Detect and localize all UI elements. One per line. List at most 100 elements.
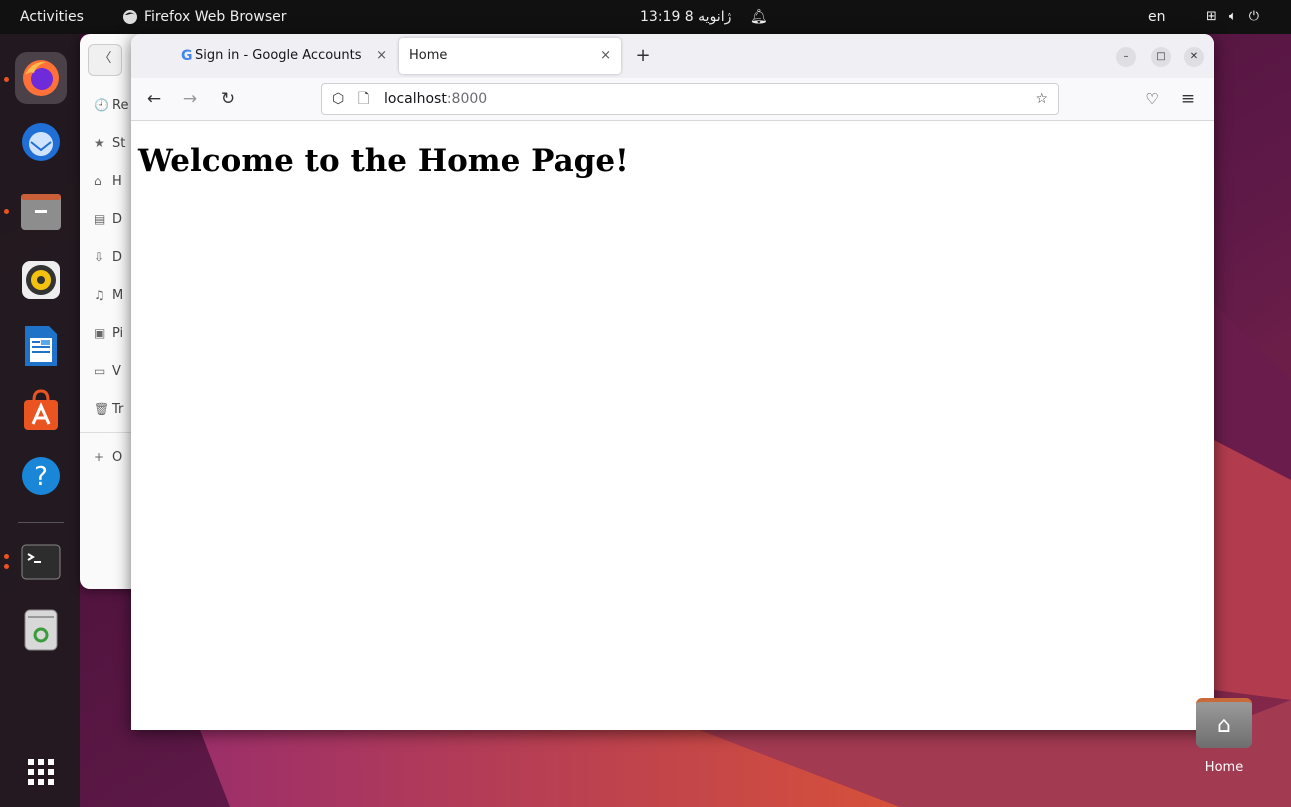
volume-icon: 🔈︎ [1228, 9, 1237, 24]
desktop-home-icon[interactable]: ⌂ Home [1196, 698, 1252, 775]
firefox-window[interactable]: G Sign in - Google Accounts × Home × + –… [131, 34, 1214, 730]
activities-button[interactable]: Activities [10, 0, 94, 34]
files-sidebar-music[interactable]: ♫ M [94, 284, 123, 306]
files-sidebar-downloads[interactable]: ⇩ D [94, 246, 122, 268]
navigation-toolbar: ← → ↻ ⬡ 🗋 localhost:8000 ☆ ♡ ≡ [131, 78, 1214, 121]
maximize-button[interactable]: □ [1151, 47, 1171, 67]
page-icon[interactable]: 🗋 [358, 84, 369, 114]
files-back-button[interactable]: 〈 [88, 44, 122, 76]
close-window-button[interactable]: ✕ [1184, 47, 1204, 67]
google-favicon-icon: G [181, 48, 193, 64]
pocket-icon[interactable]: ♡ [1139, 78, 1165, 120]
network-icon: ⊞ [1206, 9, 1217, 24]
plus-icon: + [94, 450, 105, 464]
document-icon: ▤ [94, 212, 106, 226]
home-folder-icon: ⌂ [1196, 698, 1252, 748]
app-center-icon[interactable] [15, 384, 67, 436]
power-icon: ⏻ [1248, 9, 1260, 24]
show-apps-icon[interactable] [15, 746, 67, 798]
desktop-home-label: Home [1204, 760, 1244, 775]
home-icon: ⌂ [94, 174, 102, 188]
firefox-logo [23, 60, 59, 96]
files-sidebar-label: D [112, 212, 123, 227]
tab-close-icon[interactable]: × [376, 38, 387, 74]
files-sidebar-label: V [112, 364, 121, 379]
tab-bar: G Sign in - Google Accounts × Home × + –… [131, 34, 1214, 78]
tab-title: Sign in - Google Accounts [195, 48, 362, 63]
files-sidebar-videos[interactable]: ▭ V [94, 360, 121, 382]
reload-button[interactable]: ↻ [215, 78, 241, 120]
running-indicator [4, 564, 9, 569]
language-indicator[interactable]: en [1148, 0, 1166, 34]
tab-title: Home [409, 48, 448, 63]
files-sidebar-label: Re [112, 98, 129, 113]
terminal-logo [21, 544, 61, 580]
page-heading: Welcome to the Home Page! [138, 143, 629, 179]
top-bar: Activities Firefox Web Browser 13:19 ژان… [0, 0, 1291, 34]
url-host: localhost [384, 91, 447, 107]
terminal-icon[interactable] [15, 536, 67, 588]
trash-small-icon: 🗑 [94, 402, 110, 416]
shield-icon[interactable]: ⬡ [332, 84, 344, 114]
files-sidebar-trash[interactable]: 🗑 Tr [94, 398, 123, 420]
files-icon[interactable] [15, 186, 67, 238]
back-button[interactable]: ← [141, 78, 167, 120]
url-text[interactable]: localhost:8000 [384, 84, 487, 114]
url-bar[interactable]: ⬡ 🗋 localhost:8000 ☆ [321, 83, 1059, 115]
files-sidebar-other-locations[interactable]: + O [94, 446, 122, 468]
url-port: :8000 [446, 91, 488, 107]
writer-logo [25, 326, 57, 366]
trash-icon[interactable] [15, 604, 67, 656]
new-tab-button[interactable]: + [631, 38, 655, 74]
files-sidebar-home[interactable]: ⌂ H [94, 170, 122, 192]
picture-icon: ▣ [94, 326, 106, 340]
files-sidebar-label: St [112, 136, 126, 151]
help-logo: ? [22, 457, 60, 495]
thunderbird-logo [22, 123, 60, 161]
rhythmbox-logo [22, 261, 60, 299]
music-icon: ♫ [94, 288, 105, 302]
tab-close-icon[interactable]: × [600, 38, 611, 74]
files-sidebar-pictures[interactable]: ▣ Pi [94, 322, 123, 344]
clock-label: 13:19 ژانویه 8 [640, 9, 732, 25]
clock[interactable]: 13:19 ژانویه 8 🔔︎ [640, 0, 768, 34]
thunderbird-icon[interactable] [15, 116, 67, 168]
bell-icon: 🔔︎ [749, 9, 768, 25]
files-sidebar-label: H [112, 174, 122, 189]
running-indicator [4, 554, 9, 559]
files-sidebar-label: D [112, 250, 123, 265]
firefox-icon[interactable] [15, 52, 67, 104]
files-sidebar-label: Pi [112, 326, 124, 341]
help-icon[interactable]: ? [15, 450, 67, 502]
tab-google-sign-in[interactable]: G Sign in - Google Accounts × [173, 38, 393, 74]
files-sidebar-recent[interactable]: 🕘 Re [94, 94, 128, 116]
minimize-button[interactable]: – [1116, 47, 1136, 67]
files-sidebar-label: Tr [112, 402, 124, 417]
running-indicator [4, 77, 9, 82]
grid-icon [28, 759, 54, 785]
star-icon: ★ [94, 136, 105, 150]
writer-icon[interactable] [15, 320, 67, 372]
system-tray[interactable]: ⊞ 🔈︎ ⏻ [1206, 0, 1259, 34]
files-folder-logo [21, 194, 61, 230]
film-icon: ▭ [94, 364, 106, 378]
files-sidebar-documents[interactable]: ▤ D [94, 208, 122, 230]
forward-button[interactable]: → [177, 78, 203, 120]
svg-text:?: ? [34, 462, 48, 492]
tab-home[interactable]: Home × [399, 38, 621, 74]
rhythmbox-icon[interactable] [15, 254, 67, 306]
app-menu[interactable]: Firefox Web Browser [122, 0, 287, 34]
app-center-logo [24, 389, 58, 430]
dock-separator [18, 522, 64, 523]
download-icon: ⇩ [94, 250, 105, 264]
files-sidebar-starred[interactable]: ★ St [94, 132, 125, 154]
clock-icon: 🕘 [94, 98, 109, 112]
firefox-small-icon [123, 10, 137, 24]
bookmark-star-icon[interactable]: ☆ [1035, 84, 1048, 114]
files-sidebar-label: M [112, 288, 124, 303]
dock: ? [0, 34, 80, 807]
menu-icon[interactable]: ≡ [1175, 78, 1201, 120]
app-name-label: Firefox Web Browser [144, 9, 287, 25]
page-content: Welcome to the Home Page! [131, 121, 1214, 730]
trash-logo [24, 609, 58, 651]
